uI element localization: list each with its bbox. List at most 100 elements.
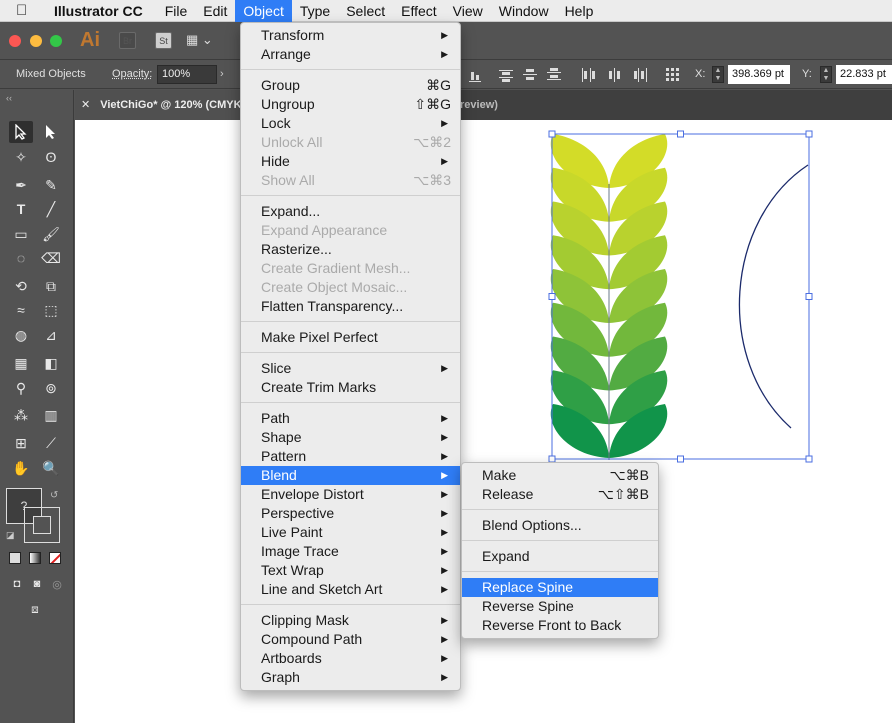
close-tab-icon[interactable]: ✕ <box>81 99 90 111</box>
collapse-panel-icon[interactable]: ‹‹ <box>6 93 12 103</box>
stock-button[interactable]: St <box>155 32 172 49</box>
distribute-right-icon[interactable] <box>632 67 648 83</box>
align-bottom-icon[interactable] <box>467 67 483 83</box>
paintbrush-tool-icon[interactable]: 🖌 <box>39 223 63 245</box>
direct-selection-tool-icon[interactable] <box>39 121 63 143</box>
hand-tool-icon[interactable]: ✋ <box>9 457 33 479</box>
opacity-input[interactable]: 100% <box>157 65 217 84</box>
menu-item-create-trim-marks[interactable]: Create Trim Marks <box>241 378 460 397</box>
menu-window[interactable]: Window <box>491 0 557 22</box>
menu-item-replace-spine[interactable]: Replace Spine <box>462 578 658 597</box>
pen-tool-icon[interactable]: ✒ <box>9 174 33 196</box>
distribute-hcenter-icon[interactable] <box>607 67 623 83</box>
eraser-tool-icon[interactable]: ⌫ <box>39 247 63 269</box>
app-name-menu[interactable]: Illustrator CC <box>54 3 143 19</box>
x-position-input[interactable]: 398.369 pt <box>728 65 790 84</box>
column-graph-tool-icon[interactable]: ▥ <box>39 404 63 426</box>
lasso-tool-icon[interactable]: ʘ <box>39 146 63 168</box>
zoom-window-button[interactable] <box>50 35 62 47</box>
selection-tool-icon[interactable] <box>9 121 33 143</box>
menu-item-expand-blend[interactable]: Expand <box>462 547 658 566</box>
shape-builder-tool-icon[interactable]: ◍ <box>9 324 33 346</box>
menu-type[interactable]: Type <box>292 0 338 22</box>
menu-item-release[interactable]: Release ⌥⇧⌘B <box>462 485 658 504</box>
blend-tool-icon[interactable]: ⊚ <box>39 377 63 399</box>
menu-item-flatten-transparency[interactable]: Flatten Transparency... <box>241 297 460 316</box>
distribute-top-icon[interactable] <box>498 67 514 83</box>
x-stepper[interactable]: ▲ ▼ <box>712 66 724 83</box>
menu-item-slice[interactable]: Slice ▶ <box>241 359 460 378</box>
y-stepper[interactable]: ▲ ▼ <box>820 66 832 83</box>
menu-object[interactable]: Object <box>235 0 292 22</box>
opacity-label[interactable]: Opacity: <box>112 68 152 80</box>
magic-wand-tool-icon[interactable]: ✧ <box>9 146 33 168</box>
distribute-left-icon[interactable] <box>581 67 597 83</box>
free-transform-tool-icon[interactable]: ⬚ <box>39 299 63 321</box>
menu-effect[interactable]: Effect <box>393 0 445 22</box>
menu-item-artboards[interactable]: Artboards ▶ <box>241 649 460 668</box>
width-tool-icon[interactable]: ≈ <box>9 299 33 321</box>
zoom-tool-icon[interactable]: 🔍 <box>39 457 63 479</box>
symbol-sprayer-tool-icon[interactable]: ⁂ <box>9 404 33 426</box>
menu-item-clipping-mask[interactable]: Clipping Mask ▶ <box>241 611 460 630</box>
scale-tool-icon[interactable]: ⧉ <box>39 275 63 297</box>
menu-item-make[interactable]: Make ⌥⌘B <box>462 466 658 485</box>
menu-item-ungroup[interactable]: Ungroup ⇧⌘G <box>241 95 460 114</box>
close-window-button[interactable] <box>9 35 21 47</box>
arrange-documents-icon[interactable]: ▦ ⌄ <box>186 32 213 48</box>
color-mode-icon[interactable] <box>9 552 21 564</box>
default-fill-stroke-icon[interactable]: ◪ <box>6 530 15 541</box>
menu-item-group[interactable]: Group ⌘G <box>241 76 460 95</box>
arc-path[interactable] <box>738 164 809 429</box>
perspective-grid-tool-icon[interactable]: ⊿ <box>39 324 63 346</box>
document-tab[interactable]: ✕ VietChiGo* @ 120% (CMYK/ <box>75 90 260 120</box>
selection-handle[interactable] <box>548 130 556 138</box>
draw-inside-icon[interactable]: ◎ <box>45 573 69 595</box>
menu-item-envelope-distort[interactable]: Envelope Distort ▶ <box>241 485 460 504</box>
menu-item-hide[interactable]: Hide ▶ <box>241 152 460 171</box>
screen-mode-icon[interactable]: ⧈ <box>23 598 47 620</box>
menu-item-live-paint[interactable]: Live Paint ▶ <box>241 523 460 542</box>
menu-item-compound-path[interactable]: Compound Path ▶ <box>241 630 460 649</box>
curvature-tool-icon[interactable]: ✎ <box>39 174 63 196</box>
rotate-tool-icon[interactable]: ⟲ <box>9 275 33 297</box>
menu-view[interactable]: View <box>445 0 491 22</box>
rectangle-tool-icon[interactable]: ▭ <box>9 223 33 245</box>
menu-edit[interactable]: Edit <box>195 0 235 22</box>
selection-handle[interactable] <box>805 293 813 300</box>
slice-tool-icon[interactable]: ⟋ <box>39 432 63 454</box>
distribute-vcenter-icon[interactable] <box>522 67 538 83</box>
menu-item-reverse-front-to-back[interactable]: Reverse Front to Back <box>462 616 658 635</box>
shaper-tool-icon[interactable]: ◌ <box>9 247 33 269</box>
menu-item-make-pixel-perfect[interactable]: Make Pixel Perfect <box>241 328 460 347</box>
menu-item-text-wrap[interactable]: Text Wrap ▶ <box>241 561 460 580</box>
minimize-window-button[interactable] <box>30 35 42 47</box>
selection-handle[interactable] <box>548 293 556 300</box>
stroke-swatch[interactable] <box>24 507 60 543</box>
gradient-mode-icon[interactable] <box>29 552 41 564</box>
menu-item-arrange[interactable]: Arrange ▶ <box>241 45 460 64</box>
selection-handle[interactable] <box>805 455 813 463</box>
gradient-tool-icon[interactable]: ◧ <box>39 352 63 374</box>
distribute-bottom-icon[interactable] <box>546 67 562 83</box>
selection-handle[interactable] <box>677 130 684 138</box>
artboard-tool-icon[interactable]: ⊞ <box>9 432 33 454</box>
none-mode-icon[interactable] <box>49 552 61 564</box>
menu-select[interactable]: Select <box>338 0 393 22</box>
reference-point-icon[interactable] <box>665 67 681 83</box>
bridge-button[interactable]: Br <box>119 32 136 49</box>
menu-item-blend-options[interactable]: Blend Options... <box>462 516 658 535</box>
menu-item-expand[interactable]: Expand... <box>241 202 460 221</box>
menu-item-transform[interactable]: Transform ▶ <box>241 26 460 45</box>
menu-item-perspective[interactable]: Perspective ▶ <box>241 504 460 523</box>
type-tool-icon[interactable]: T <box>9 198 33 220</box>
line-segment-tool-icon[interactable]: ╱ <box>39 198 63 220</box>
apple-icon[interactable]:  <box>16 2 38 19</box>
menu-item-path[interactable]: Path ▶ <box>241 409 460 428</box>
selection-handle[interactable] <box>677 455 684 463</box>
eyedropper-tool-icon[interactable]: ⚲ <box>9 377 33 399</box>
menu-help[interactable]: Help <box>557 0 602 22</box>
menu-item-line-and-sketch-art[interactable]: Line and Sketch Art ▶ <box>241 580 460 599</box>
selection-handle[interactable] <box>805 130 813 138</box>
menu-item-shape[interactable]: Shape ▶ <box>241 428 460 447</box>
